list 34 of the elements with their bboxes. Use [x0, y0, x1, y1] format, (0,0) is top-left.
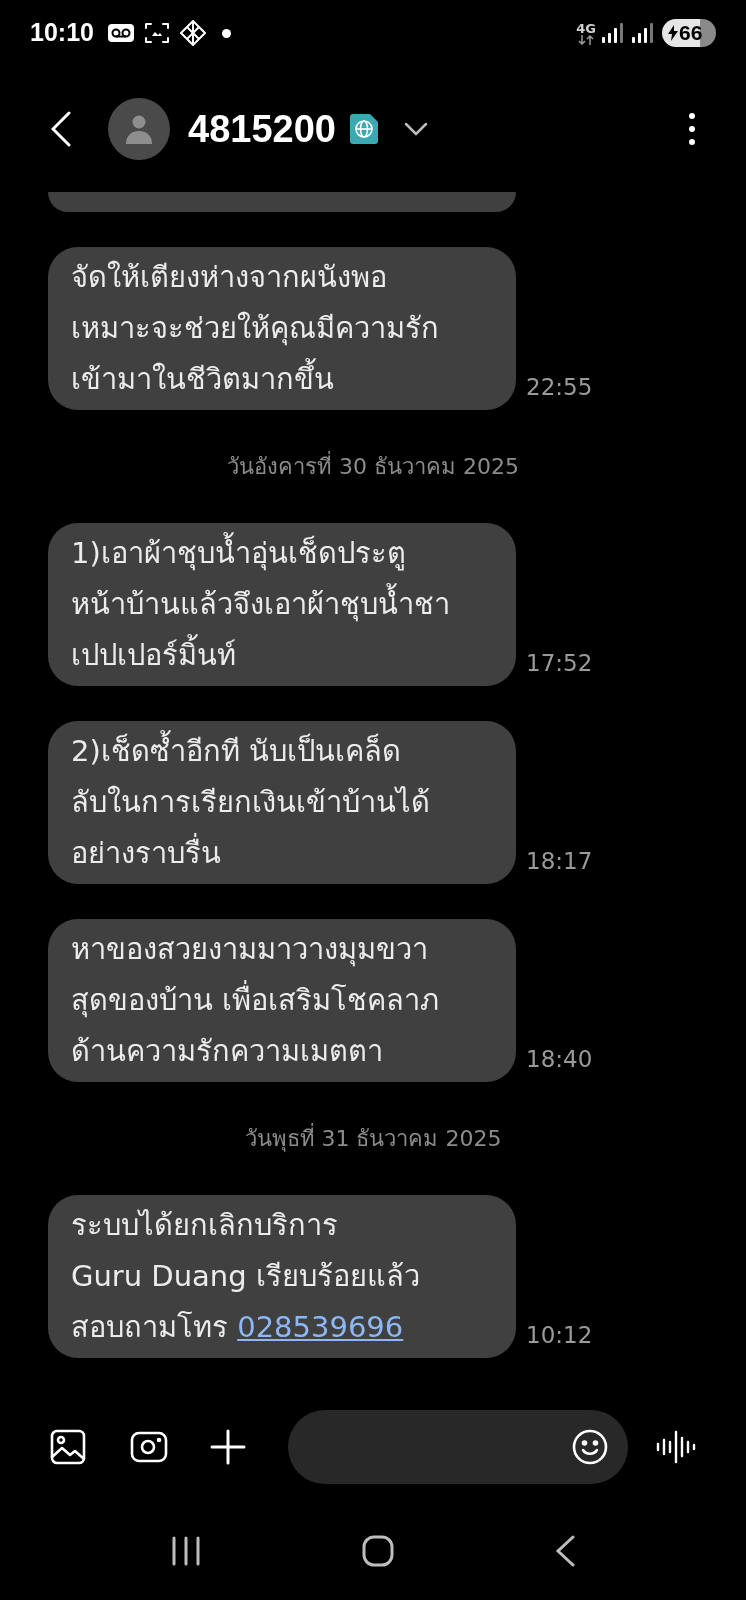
- message-time: 18:17: [526, 846, 593, 876]
- voicemail-icon: [107, 24, 134, 42]
- phone-link[interactable]: 028539696: [237, 1310, 404, 1344]
- data-arrows-icon: [578, 34, 595, 45]
- contact-title: 4815200: [188, 106, 336, 152]
- message-time: 10:12: [526, 1320, 593, 1350]
- message-text: จัดให้เตียงห่างจากผนังพอ เหมาะจะช่วยให้คุณมีความรัก เข้ามาในชีวิตมากขึ้น: [71, 259, 440, 398]
- network-type: 4G: [576, 21, 596, 35]
- voice-wave-icon[interactable]: [656, 1430, 696, 1464]
- dropdown-button[interactable]: [403, 122, 428, 136]
- message-text: 2)เช็ดซ้ำอีกที นับเป็นเคล็ด ลับในการเรียกเงินเข้าบ้านได้ อย่างราบรื่น: [71, 726, 493, 879]
- message-text: หาของสวยงามมาวางมุมขวา สุดของบ้าน เพื่อเสริมโชคลาภ ด้านความรักความเมตตา: [71, 931, 441, 1070]
- nav-back-icon[interactable]: [555, 1535, 576, 1567]
- message-time: 18:40: [526, 1044, 593, 1074]
- screenshot-icon: [143, 21, 170, 45]
- date-separator: วันพุธที่ 31 ธันวาคม 2025: [244, 1122, 502, 1155]
- message-time: 17:52: [526, 648, 593, 678]
- battery-level: 66: [679, 20, 703, 47]
- message-time: 22:55: [526, 372, 593, 402]
- add-icon[interactable]: [210, 1429, 246, 1465]
- camera-icon[interactable]: [130, 1431, 168, 1463]
- date-separator: วันอังคารที่ 30 ธันวาคม 2025: [227, 450, 519, 483]
- home-icon[interactable]: [362, 1535, 394, 1567]
- clock: 10:10: [30, 17, 94, 49]
- message-text: 1)เอาผ้าชุบน้ำอุ่นเช็ดประตู หน้าบ้านแล้วจึงเอาผ้าชุบน้ำชา เปปเปอร์มิ้นท์: [71, 528, 493, 681]
- globe-badge-icon: [349, 114, 378, 144]
- emoji-icon[interactable]: [572, 1429, 608, 1465]
- gallery-icon[interactable]: [50, 1429, 86, 1465]
- recent-apps-icon[interactable]: [170, 1536, 201, 1566]
- signal-icon: [632, 23, 654, 43]
- message-text: ระบบได้ยกเลิกบริการ Guru Duang เรียบร้อยแล้ว สอบถามโทร 028539696: [71, 1207, 421, 1346]
- diamond-icon: [179, 20, 206, 46]
- charging-icon: [668, 25, 678, 41]
- signal-icon: [602, 23, 624, 43]
